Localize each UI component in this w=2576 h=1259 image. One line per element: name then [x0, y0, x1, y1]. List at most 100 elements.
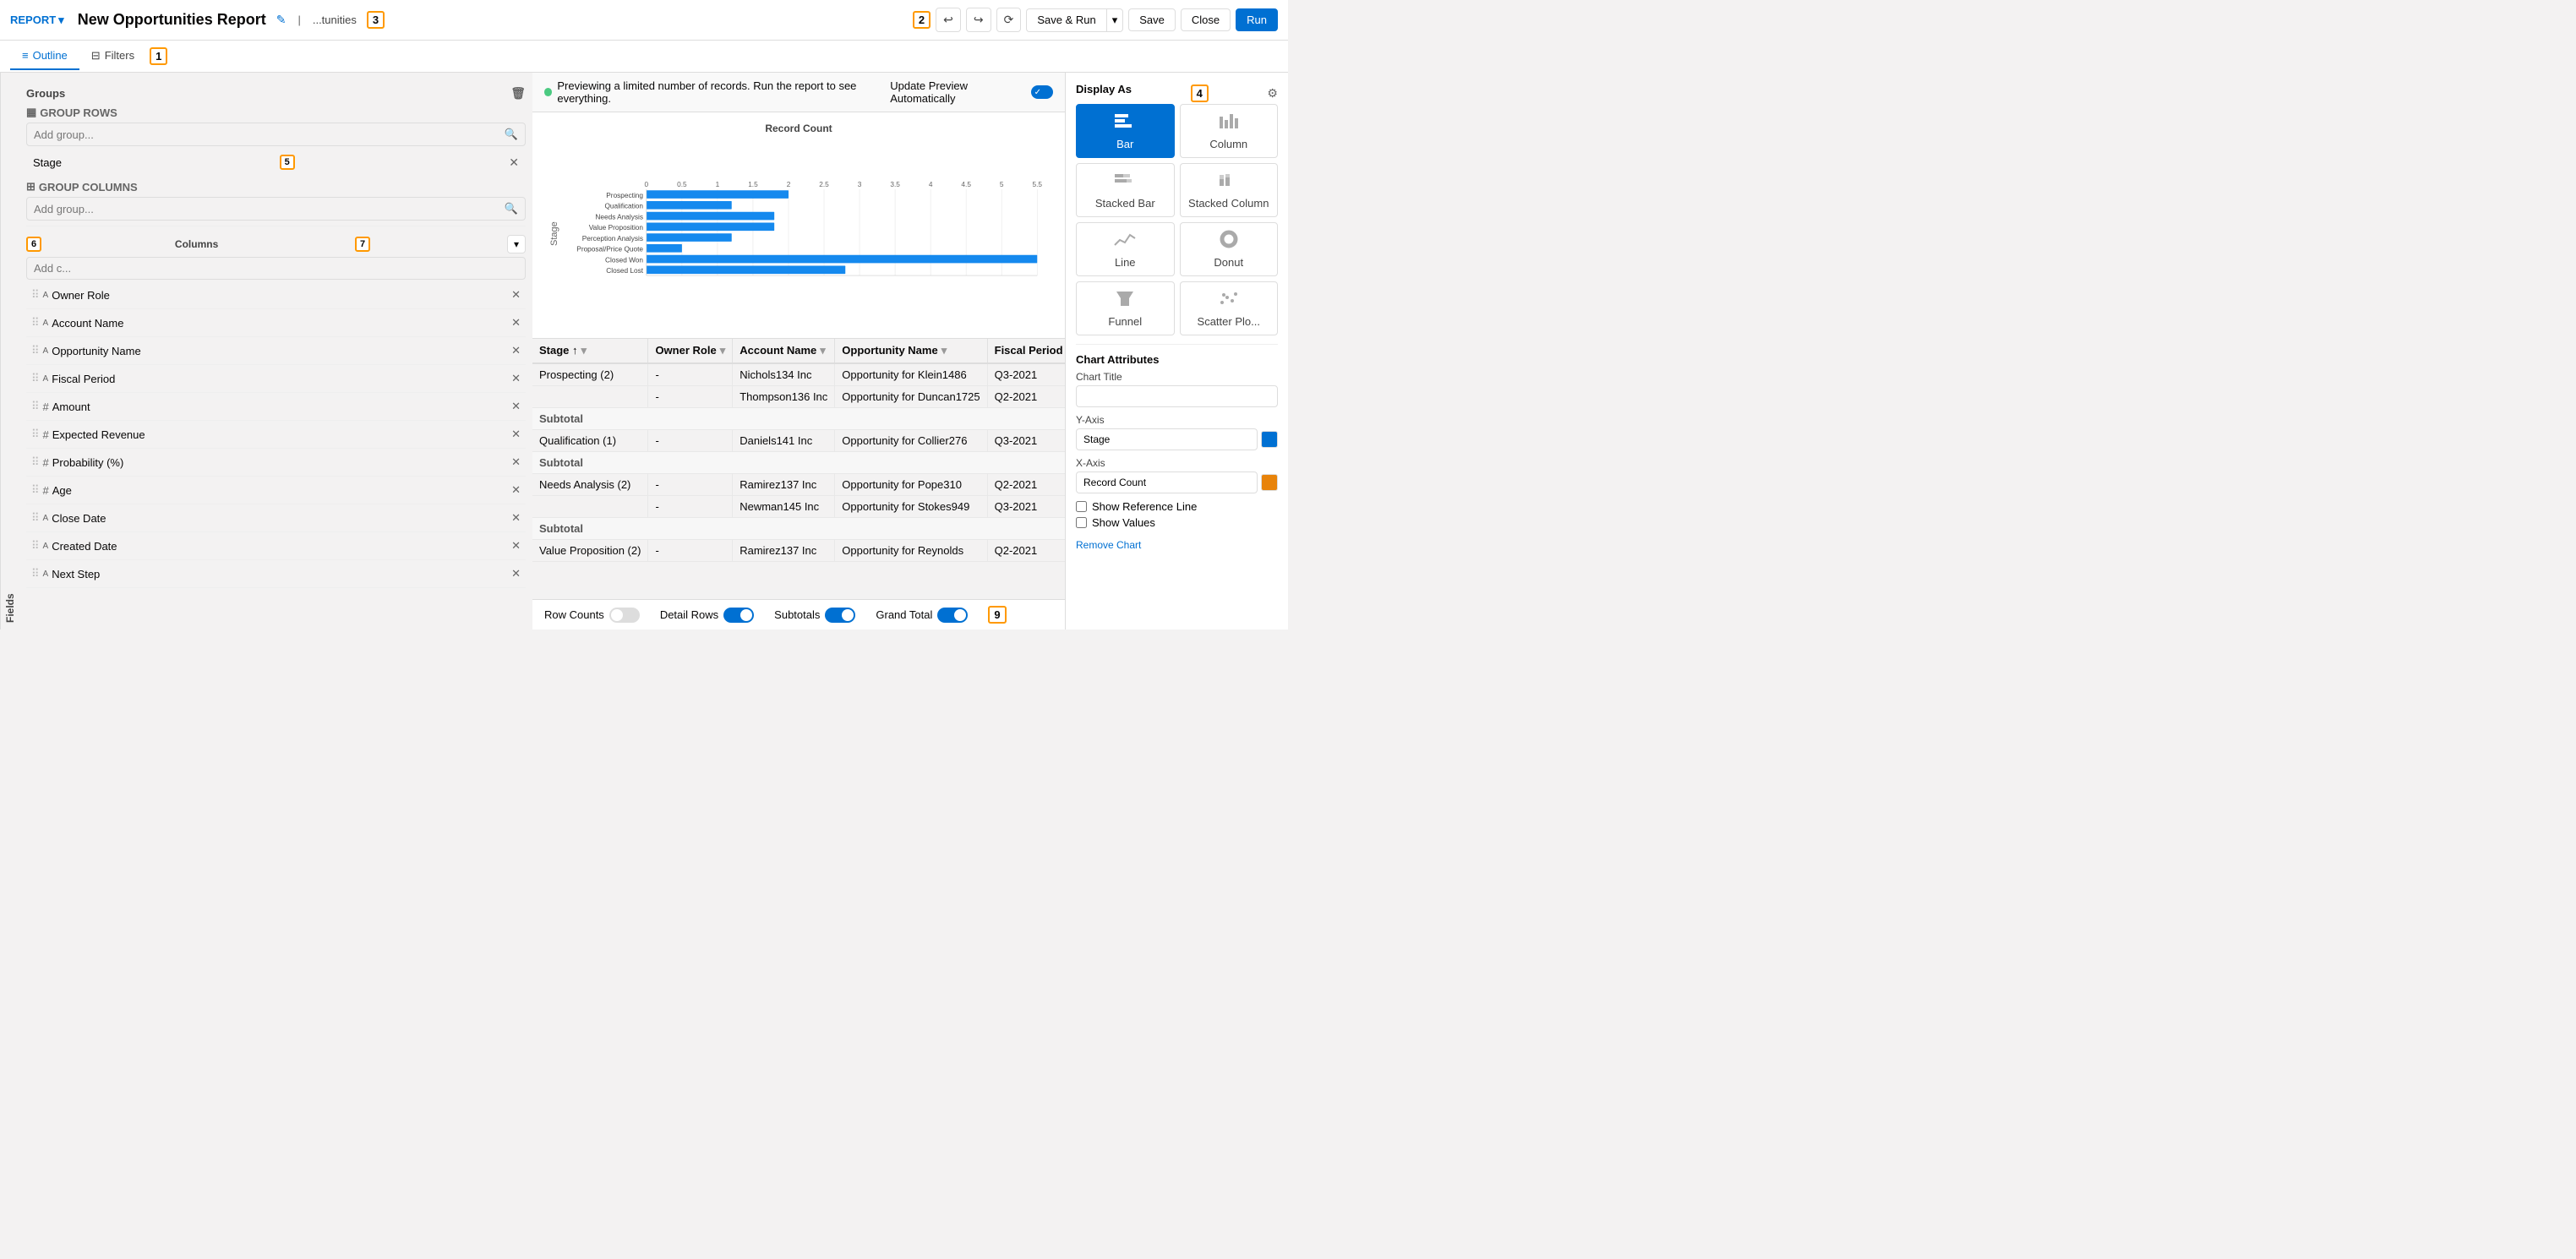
opportunity-cell: Opportunity for Reynolds — [835, 540, 987, 562]
table-col-header-3[interactable]: Opportunity Name▾ — [835, 339, 987, 363]
display-as-title: Display As — [1076, 83, 1132, 95]
x-axis-color-swatch[interactable] — [1261, 474, 1278, 491]
svg-text:Closed Won: Closed Won — [605, 255, 643, 264]
y-axis-input[interactable] — [1076, 428, 1258, 450]
add-group-rows-input[interactable]: Add group... 🔍 — [26, 123, 526, 146]
show-reference-line-row: Show Reference Line — [1076, 500, 1278, 513]
chart-title-input[interactable] — [1076, 385, 1278, 407]
refresh-button[interactable]: ⟳ — [996, 8, 1022, 32]
chart-type-stacked-bar[interactable]: Stacked Bar — [1076, 163, 1175, 217]
remove-col-button[interactable]: ✕ — [511, 539, 521, 553]
remove-chart-button[interactable]: Remove Chart — [1076, 539, 1141, 551]
col-drag-handle[interactable]: ⠿ — [31, 511, 40, 525]
delete-groups-icon[interactable]: 🗑 — [510, 86, 526, 101]
col-drag-handle[interactable]: ⠿ — [31, 483, 40, 497]
col-drag-handle[interactable]: ⠿ — [31, 344, 40, 357]
svg-text:Qualification: Qualification — [604, 202, 643, 210]
remove-col-button[interactable]: ✕ — [511, 428, 521, 441]
add-column-input[interactable]: Add c... — [26, 257, 526, 280]
chart-type-scatter[interactable]: Scatter Plo... — [1180, 281, 1279, 335]
scatter-chart-icon — [1184, 289, 1274, 313]
update-preview-toggle[interactable] — [1031, 85, 1053, 99]
col-drag-handle[interactable]: ⠿ — [31, 400, 40, 413]
detail-rows-toggle[interactable] — [723, 608, 754, 623]
table-row: Subtotal — [532, 518, 1065, 540]
chart-type-donut[interactable]: Donut — [1180, 222, 1279, 276]
col-drag-handle[interactable]: ⠿ — [31, 428, 40, 441]
remove-col-button[interactable]: ✕ — [511, 567, 521, 580]
save-button[interactable]: Save — [1128, 8, 1176, 31]
add-group-cols-input[interactable]: Add group... 🔍 — [26, 197, 526, 221]
col-drag-handle[interactable]: ⠿ — [31, 372, 40, 385]
col-menu-icon[interactable]: ▾ — [720, 344, 726, 357]
subtotals-toggle[interactable] — [825, 608, 855, 623]
edit-title-icon[interactable]: ✎ — [276, 13, 287, 27]
undo-button[interactable]: ↩ — [936, 8, 961, 32]
show-values-checkbox[interactable] — [1076, 517, 1087, 528]
table-col-header-1[interactable]: Owner Role▾ — [648, 339, 733, 363]
row-counts-label: Row Counts — [544, 608, 604, 621]
chart-type-funnel[interactable]: Funnel — [1076, 281, 1175, 335]
bar-chart-icon — [1080, 112, 1171, 135]
col-menu-icon[interactable]: ▾ — [820, 344, 826, 357]
y-axis-field-label: Y-Axis — [1076, 414, 1278, 426]
tab-filters[interactable]: ⊟ Filters — [79, 42, 146, 71]
col-drag-handle[interactable]: ⠿ — [31, 316, 40, 330]
col-text-icon: A — [43, 570, 49, 579]
remove-col-button[interactable]: ✕ — [511, 511, 521, 525]
grand-total-toggle[interactable] — [937, 608, 968, 623]
tab-outline[interactable]: ≡ Outline — [10, 42, 79, 70]
remove-col-button[interactable]: ✕ — [511, 344, 521, 357]
table-area[interactable]: Stage ↑▾Owner Role▾Account Name▾Opportun… — [532, 339, 1065, 599]
account-cell: Nichols134 Inc — [733, 363, 835, 386]
col-text-icon: A — [43, 514, 49, 523]
col-menu-icon[interactable]: ▾ — [581, 344, 587, 357]
row-counts-toggle[interactable] — [609, 608, 640, 623]
save-dropdown-button[interactable]: ▾ — [1106, 8, 1124, 32]
svg-text:5.5: 5.5 — [1032, 180, 1042, 188]
chart-type-line[interactable]: Line — [1076, 222, 1175, 276]
col-drag-handle[interactable]: ⠿ — [31, 567, 40, 580]
svg-text:1.5: 1.5 — [748, 180, 758, 188]
col-drag-handle[interactable]: ⠿ — [31, 455, 40, 469]
remove-col-button[interactable]: ✕ — [511, 483, 521, 497]
account-cell: Ramirez137 Inc — [733, 474, 835, 496]
y-axis-color-swatch[interactable] — [1261, 431, 1278, 448]
table-col-header-0[interactable]: Stage ↑▾ — [532, 339, 648, 363]
save-run-button[interactable]: Save & Run — [1026, 8, 1105, 32]
columns-dropdown-button[interactable]: ▾ — [507, 235, 526, 253]
remove-col-button[interactable]: ✕ — [511, 400, 521, 413]
annotation-6: 6 — [26, 237, 41, 252]
remove-stage-button[interactable]: ✕ — [509, 155, 519, 170]
x-axis-input-row — [1076, 471, 1278, 493]
bar-chart-label: Bar — [1116, 138, 1133, 150]
remove-col-button[interactable]: ✕ — [511, 316, 521, 330]
owner-cell: - — [648, 363, 733, 386]
remove-col-button[interactable]: ✕ — [511, 372, 521, 385]
remove-col-button[interactable]: ✕ — [511, 455, 521, 469]
col-menu-icon[interactable]: ▾ — [941, 344, 947, 357]
chart-type-column[interactable]: Column — [1180, 104, 1279, 158]
run-button[interactable]: Run — [1236, 8, 1278, 31]
col-drag-handle[interactable]: ⠿ — [31, 288, 40, 302]
chart-type-bar[interactable]: Bar — [1076, 104, 1175, 158]
col-name: Amount — [52, 401, 90, 413]
chart-type-stacked-column[interactable]: Stacked Column — [1180, 163, 1279, 217]
preview-banner: Previewing a limited number of records. … — [532, 73, 1065, 112]
chart-types-grid: Bar ColumnStacked BarStacked ColumnLineDo… — [1076, 104, 1278, 335]
table-col-header-2[interactable]: Account Name▾ — [733, 339, 835, 363]
report-label: REPORT ▾ — [10, 14, 64, 27]
col-name: Created Date — [52, 540, 117, 553]
redo-button[interactable]: ↪ — [966, 8, 991, 32]
show-reference-line-checkbox[interactable] — [1076, 501, 1087, 512]
table-col-header-4[interactable]: Fiscal Period▾ — [987, 339, 1065, 363]
col-drag-handle[interactable]: ⠿ — [31, 539, 40, 553]
settings-icon[interactable]: ⚙ — [1267, 86, 1278, 101]
col-type-icon: # — [43, 456, 49, 469]
close-button[interactable]: Close — [1181, 8, 1231, 31]
remove-col-button[interactable]: ✕ — [511, 288, 521, 302]
x-axis-input[interactable] — [1076, 471, 1258, 493]
report-dropdown-icon[interactable]: ▾ — [58, 14, 64, 27]
opportunity-cell: Opportunity for Stokes949 — [835, 496, 987, 518]
sidebar-column-item: ⠿ A Next Step ✕ — [26, 564, 526, 584]
